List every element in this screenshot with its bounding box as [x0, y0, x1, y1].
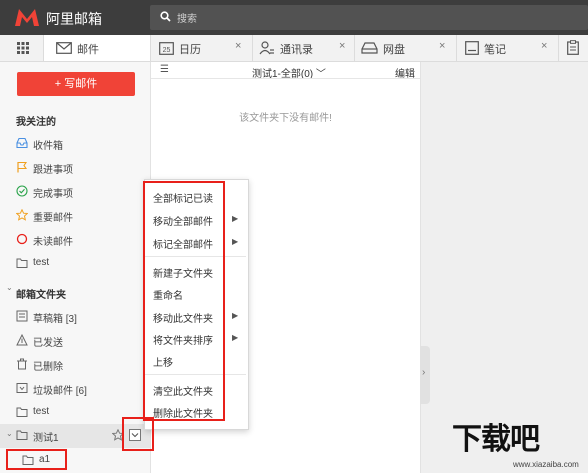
tab-label: 笔记 — [484, 44, 506, 56]
sidebar-item-drafts[interactable]: 草稿箱 [3] — [0, 305, 150, 329]
tab-disk[interactable]: 网盘 × — [355, 35, 457, 61]
mail-icon — [56, 42, 72, 54]
search-input[interactable] — [150, 5, 588, 30]
tab-calendar[interactable]: 25 日历 × — [151, 35, 253, 61]
chevron-down-icon[interactable]: ⌄ — [6, 283, 13, 292]
disk-icon — [361, 42, 378, 54]
sidebar-item-label: 草稿箱 [3] — [33, 314, 77, 325]
tab-more[interactable] — [559, 35, 588, 61]
apps-grid-button[interactable] — [0, 35, 44, 61]
sidebar-item-label: test — [33, 257, 50, 268]
note-icon — [465, 41, 479, 55]
submenu-arrow-icon: ▶ — [232, 333, 239, 342]
close-icon[interactable]: × — [439, 40, 445, 52]
inbox-icon — [16, 137, 28, 149]
close-icon[interactable]: × — [339, 40, 345, 52]
highlight-box-folder-menu — [122, 417, 154, 451]
sidebar-item-label: 跟进事项 — [33, 165, 73, 176]
sidebar-item-important[interactable]: 重要邮件 — [0, 204, 150, 228]
focus-section-title: 我关注的 — [16, 117, 56, 128]
folder-icon — [16, 258, 28, 268]
list-header-divider — [151, 78, 420, 79]
star-icon — [16, 209, 28, 221]
unread-circle-icon — [16, 233, 28, 245]
collapse-handle[interactable]: › — [420, 346, 430, 404]
sidebar-item-sent[interactable]: 已发送 — [0, 329, 150, 353]
tab-contacts[interactable]: 通讯录 × — [253, 35, 355, 61]
tab-label: 网盘 — [383, 44, 405, 56]
tab-label: 通讯录 — [280, 44, 313, 56]
sidebar-item-label: 收件箱 — [33, 141, 63, 152]
logo-text: 阿里邮箱 — [46, 11, 102, 27]
tab-label: 邮件 — [77, 44, 99, 56]
search-icon — [160, 11, 171, 22]
sidebar-item-label: 已删除 — [33, 362, 63, 373]
watermark-url: www.xiazaiba.com — [513, 460, 579, 469]
sidebar-item-inbox[interactable]: 收件箱 — [0, 132, 150, 156]
highlight-box-subfolder — [6, 449, 67, 470]
trash-icon — [17, 358, 27, 370]
tab-mail[interactable]: 邮件 — [44, 35, 151, 61]
submenu-arrow-icon: ▶ — [232, 311, 239, 320]
sidebar-item-label: 重要邮件 — [33, 213, 73, 224]
tab-label: 日历 — [179, 44, 201, 56]
sidebar-item-label: 完成事项 — [33, 189, 73, 200]
apps-grid-icon — [17, 42, 29, 54]
sidebar-item-follow-up[interactable]: 跟进事项 — [0, 156, 150, 180]
list-toggle-icon[interactable]: ☰ — [160, 64, 169, 75]
folder-icon — [16, 430, 28, 440]
highlight-box-menu — [143, 181, 225, 421]
tab-notes[interactable]: 笔记 × — [457, 35, 559, 61]
folder-icon — [16, 407, 28, 417]
drafts-icon — [16, 310, 28, 322]
watermark-logo: 下载吧 — [452, 423, 540, 456]
sidebar-item-test-focus[interactable]: test — [0, 252, 150, 276]
spam-icon — [16, 383, 28, 393]
contacts-icon — [259, 41, 274, 55]
empty-message: 该文件夹下没有邮件! — [239, 113, 332, 124]
logo-icon — [15, 9, 39, 26]
svg-text:25: 25 — [163, 47, 171, 54]
chevron-right-icon: › — [422, 367, 426, 378]
submenu-arrow-icon: ▶ — [232, 214, 239, 223]
sidebar-item-label: test — [33, 406, 50, 417]
clipboard-icon — [567, 40, 579, 55]
sent-icon — [16, 334, 28, 346]
compose-button[interactable]: + 写邮件 — [17, 72, 135, 96]
calendar-icon: 25 — [159, 42, 174, 55]
check-circle-icon — [16, 185, 28, 197]
close-icon[interactable]: × — [235, 40, 241, 52]
search-placeholder: 搜索 — [177, 14, 197, 25]
submenu-arrow-icon: ▶ — [232, 237, 239, 246]
sidebar-item-deleted[interactable]: 已删除 — [0, 353, 150, 377]
sidebar-item-label: 测试1 — [33, 433, 59, 444]
close-icon[interactable]: × — [541, 40, 547, 52]
sidebar-item-label: 垃圾邮件 [6] — [33, 386, 87, 397]
folders-section-title: 邮箱文件夹 — [16, 290, 66, 301]
sidebar-item-label: 已发送 — [33, 338, 63, 349]
sidebar-item-label: 未读邮件 — [33, 237, 73, 248]
sidebar-item-spam[interactable]: 垃圾邮件 [6] — [0, 377, 150, 401]
flag-icon — [17, 161, 28, 173]
chevron-down-icon[interactable]: ⌄ — [6, 429, 13, 438]
sidebar-item-completed[interactable]: 完成事项 — [0, 180, 150, 204]
reading-pane — [421, 62, 588, 473]
sidebar-item-unread[interactable]: 未读邮件 — [0, 228, 150, 252]
